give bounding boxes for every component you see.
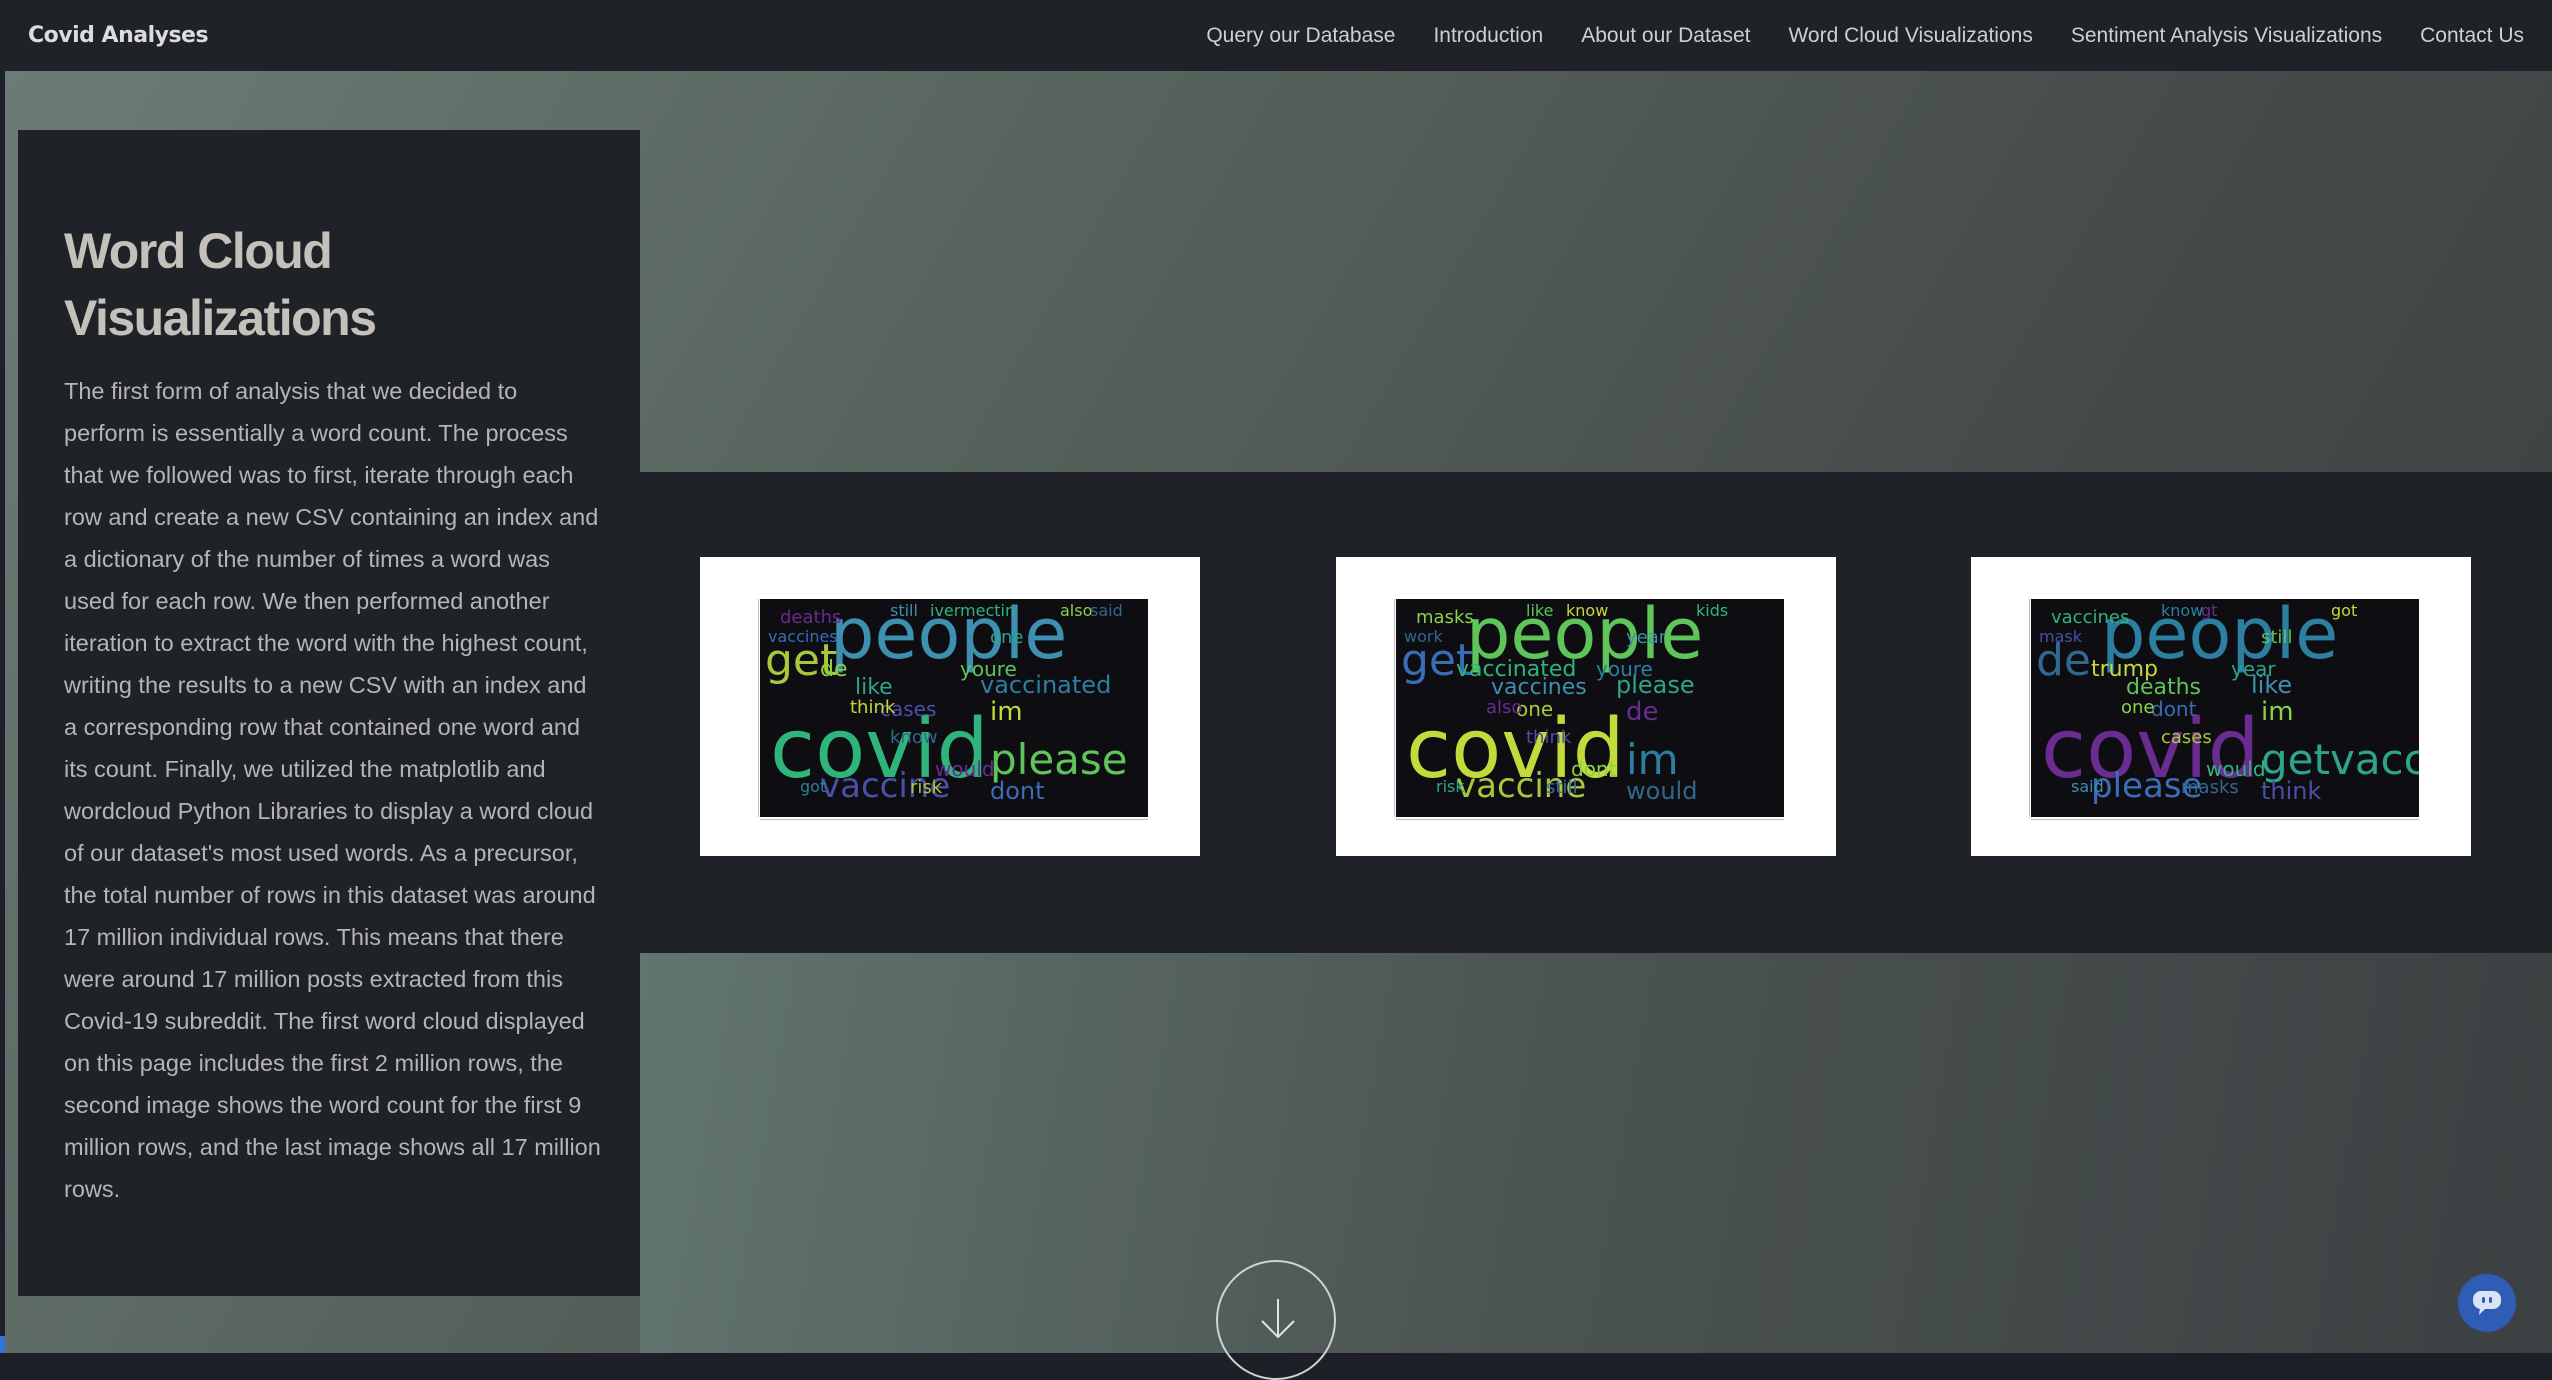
content-panel: Word Cloud Visualizations The first form… (18, 130, 640, 1296)
wordcloud-image-9m: people covid vaccine im de get please dont would… (1396, 599, 1784, 817)
wordcloud-word: year (1626, 627, 1667, 648)
wordcloud-word: trump (2091, 657, 2159, 682)
wordcloud-word: said (1090, 601, 1123, 620)
wordcloud-word: think (850, 697, 896, 718)
wordcloud-word: kids (1696, 601, 1729, 620)
wordcloud-word: would (2206, 757, 2266, 781)
wordcloud-word: dont (1571, 757, 1617, 781)
plot-axis-x (2031, 819, 2419, 826)
wordcloud-word: one (2121, 697, 2155, 718)
wordcloud-word: work (1404, 627, 1443, 646)
wordcloud-word: youre (960, 657, 1017, 681)
wordcloud-word: would (1626, 777, 1698, 805)
wordcloud-word: also (1060, 601, 1093, 620)
plot-axis-y (2023, 599, 2030, 817)
wordcloud-word: de (820, 657, 848, 682)
nav-contact-us[interactable]: Contact Us (2420, 24, 2524, 48)
wordcloud-word: know (1566, 601, 1609, 620)
nav-about-dataset[interactable]: About our Dataset (1581, 24, 1750, 48)
plot-axis-x (1396, 819, 1784, 826)
wordcloud-word: got (800, 777, 827, 796)
wordcloud-word: one (990, 627, 1024, 648)
wordcloud-word: de (1626, 697, 1659, 727)
wordcloud-word: gt (2201, 601, 2218, 620)
wordcloud-word: deaths (780, 607, 842, 628)
wordcloud-word: said (2071, 777, 2104, 796)
wordcloud-word: im (990, 697, 1023, 727)
wordcloud-image-17m: peoplecovidpleasegetvaccineimdelikewould… (2031, 599, 2419, 817)
plot-axis-y (752, 599, 759, 817)
wordcloud-word: like (855, 675, 893, 700)
wordcloud-word: dont (990, 777, 1045, 805)
wordcloud-word: please (990, 735, 1128, 784)
plot-axis-x (760, 819, 1148, 826)
chat-button[interactable] (2458, 1274, 2516, 1332)
wordcloud-image-2m: people covid vaccine please im get vaccinated w… (760, 599, 1148, 817)
wordcloud-card-9m[interactable]: people covid vaccine im de get please dont would… (1336, 557, 1836, 856)
wordcloud-word: risk (1436, 777, 1465, 796)
wordcloud-gallery: people covid vaccine please im get vaccinated w… (640, 472, 2552, 953)
nav-word-cloud[interactable]: Word Cloud Visualizations (1788, 24, 2032, 48)
wordcloud-word: would (935, 757, 995, 781)
wordcloud-word: know (2161, 601, 2204, 620)
wordcloud-word: mask (2039, 627, 2082, 646)
wordcloud-word: still (1546, 777, 1578, 798)
wordcloud-word: think (2261, 777, 2322, 805)
wordcloud-word: dont (2151, 697, 2197, 721)
lower-background (640, 953, 2552, 1353)
wordcloud-word: got (2331, 601, 2358, 620)
wordcloud-word: cases (2161, 727, 2212, 748)
brand-logo[interactable]: Covid Analyses (28, 0, 209, 71)
wordcloud-word: like (1526, 601, 1554, 620)
edge-indicator (0, 1336, 5, 1353)
plot-axis-y (1388, 599, 1395, 817)
wordcloud-word: getvaccine (2261, 735, 2419, 784)
wordcloud-word: vaccines (2051, 607, 2130, 628)
wordcloud-word: year (2231, 657, 2276, 681)
wordcloud-word: masks (2181, 777, 2239, 798)
nav-query-database[interactable]: Query our Database (1206, 24, 1395, 48)
arrow-down-icon (1261, 1299, 1295, 1339)
wordcloud-word: masks (1416, 607, 1474, 628)
nav-introduction[interactable]: Introduction (1433, 24, 1543, 48)
wordcloud-word: still (2261, 627, 2293, 648)
wordcloud-word: know (890, 727, 938, 748)
nav-sentiment-analysis[interactable]: Sentiment Analysis Visualizations (2071, 24, 2382, 48)
main-nav: Query our Database Introduction About ou… (1206, 0, 2524, 71)
scroll-down-button[interactable] (1216, 1260, 1336, 1380)
wordcloud-word: youre (1596, 657, 1653, 681)
section-description: The first form of analysis that we decid… (64, 378, 601, 1202)
wordcloud-word: still (890, 601, 918, 620)
wordcloud-word: im (2261, 697, 2294, 727)
chat-icon (2473, 1291, 2501, 1315)
wordcloud-word: risk (910, 777, 943, 798)
wordcloud-card-17m[interactable]: peoplecovidpleasegetvaccineimdelikewould… (1971, 557, 2471, 856)
wordcloud-card-2m[interactable]: people covid vaccine please im get vaccinated w… (700, 557, 1200, 856)
section-title: Word Cloud Visualizations (64, 223, 377, 346)
wordcloud-word: vaccinated (1456, 657, 1577, 682)
wordcloud-word: im (1626, 735, 1679, 784)
wordcloud-word: ivermectin (930, 601, 1016, 620)
wordcloud-word: think (1526, 727, 1572, 748)
wordcloud-word: also (1486, 697, 1523, 718)
wordcloud-word: vaccines (768, 627, 838, 646)
top-navbar: Covid Analyses Query our Database Introd… (0, 0, 2552, 71)
